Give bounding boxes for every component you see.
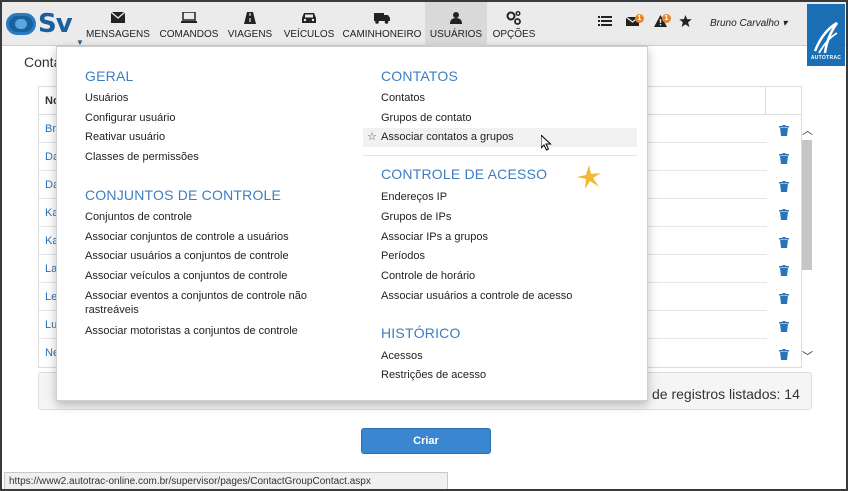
nav-label: CAMINHONEIRO [342,28,422,40]
autotrac-swoosh-icon [813,21,839,54]
status-url-bar: https://www2.autotrac-online.com.br/supe… [4,472,448,489]
logo-mark-icon [6,13,36,35]
section-title-conjuntos: CONJUNTOS DE CONTROLE [85,187,282,203]
menu-item-acessos[interactable]: Acessos [381,349,423,363]
trash-icon[interactable] [779,179,789,197]
nav-label: USUÁRIOS [429,28,483,40]
menu-item-assoc-usuarios-conjuntos[interactable]: Associar usuários a conjuntos de control… [85,249,289,263]
menu-item-assoc-usuarios-controle-acesso[interactable]: Associar usuários a controle de acesso [381,289,572,303]
users-dropdown-menu: GERAL Usuários Configurar usuário Reativ… [56,46,648,401]
create-button[interactable]: Criar [361,428,491,454]
trash-icon[interactable] [779,151,789,169]
click-highlight-icon [577,165,601,194]
menu-divider [363,155,637,156]
envelope-icon [111,9,125,27]
laptop-icon [181,9,197,27]
menu-item-grupos-ips[interactable]: Grupos de IPs [381,210,451,224]
scroll-up-icon[interactable]: ︿ [802,122,813,138]
top-navbar: Sv ▼ MENSAGENS COMANDOS VIAGENS VEÍCULOS… [2,2,846,47]
menu-item-contatos[interactable]: Contatos [381,91,425,105]
user-icon [450,9,462,27]
nav-mensagens[interactable]: MENSAGENS [84,2,152,46]
scroll-down-icon[interactable]: ﹀ [802,348,813,364]
nav-viagens[interactable]: VIAGENS [226,2,274,46]
menu-item-assoc-eventos-conjuntos-cont[interactable]: rastreáveis [85,303,139,317]
menu-item-configurar-usuario[interactable]: Configurar usuário [85,111,176,125]
section-title-controle-acesso: CONTROLE DE ACESSO [381,166,548,182]
menu-item-assoc-eventos-conjuntos[interactable]: Associar eventos a conjuntos de controle… [85,289,307,303]
menu-item-periodos[interactable]: Períodos [381,249,425,263]
nav-label: MENSAGENS [86,28,150,40]
app-logo[interactable]: Sv ▼ [6,6,84,47]
nav-label: COMANDOS [159,28,219,40]
favorite-star-icon[interactable]: ☆ [367,130,377,143]
menu-item-assoc-motoristas-conjuntos[interactable]: Associar motoristas a conjuntos de contr… [85,324,298,338]
trash-icon[interactable] [779,123,789,141]
brand-text: AUTOTRAC [810,55,842,61]
nav-label: VEÍCULOS [283,28,335,40]
nav-label: OPÇÕES [492,28,536,40]
menu-item-assoc-conjuntos-usuarios[interactable]: Associar conjuntos de controle a usuário… [85,230,289,244]
header-divider [765,87,766,115]
menu-item-conjuntos-controle[interactable]: Conjuntos de controle [85,210,192,224]
gears-icon [506,9,522,27]
road-icon [244,9,256,27]
trash-icon[interactable] [779,235,789,253]
app-window: Sv ▼ MENSAGENS COMANDOS VIAGENS VEÍCULOS… [0,0,848,491]
nav-label: VIAGENS [227,28,273,40]
star-icon[interactable] [679,14,692,32]
nav-opcoes[interactable]: OPÇÕES [490,2,538,46]
trash-icon[interactable] [779,291,789,309]
trash-icon[interactable] [779,207,789,225]
menu-item-restricoes-acesso[interactable]: Restrições de acesso [381,368,486,382]
alerts-badge: 1 [662,14,671,23]
list-icon[interactable] [598,14,612,32]
trash-icon[interactable] [779,263,789,281]
menu-item-assoc-veiculos-conjuntos[interactable]: Associar veículos a conjuntos de control… [85,269,287,283]
nav-veiculos[interactable]: VEÍCULOS [281,2,337,46]
messages-badge: 1 [635,14,644,23]
nav-comandos[interactable]: COMANDOS [158,2,220,46]
menu-item-controle-horario[interactable]: Controle de horário [381,269,475,283]
nav-caminhoneiro[interactable]: CAMINHONEIRO [342,2,422,46]
mouse-cursor-icon [540,133,552,156]
user-menu[interactable]: Bruno Carvalho ▾ [710,18,787,29]
autotrac-brand-logo: AUTOTRAC [807,4,845,66]
menu-item-reativar-usuario[interactable]: Reativar usuário [85,130,165,144]
menu-item-enderecos-ip[interactable]: Endereços IP [381,190,447,204]
menu-item-usuarios[interactable]: Usuários [85,91,128,105]
logo-text: Sv [38,9,73,39]
scrollbar-thumb[interactable] [802,140,812,270]
truck-icon [374,9,390,27]
trash-icon[interactable] [779,319,789,337]
car-icon [301,9,317,27]
menu-item-grupos-contato[interactable]: Grupos de contato [381,111,472,125]
menu-item-assoc-ips-grupos[interactable]: Associar IPs a grupos [381,230,488,244]
menu-item-assoc-contatos-grupos[interactable]: Associar contatos a grupos [381,130,514,144]
menu-item-classes-permissoes[interactable]: Classes de permissões [85,150,199,164]
trash-icon[interactable] [779,347,789,365]
row-name[interactable]: Br [45,123,56,135]
section-title-geral: GERAL [85,68,134,84]
section-title-historico: HISTÓRICO [381,325,461,341]
section-title-contatos: CONTATOS [381,68,459,84]
table-scrollbar[interactable]: ︿ ﹀ [800,122,814,366]
nav-usuarios[interactable]: USUÁRIOS [425,2,487,46]
records-count: de registros listados: 14 [652,386,800,402]
